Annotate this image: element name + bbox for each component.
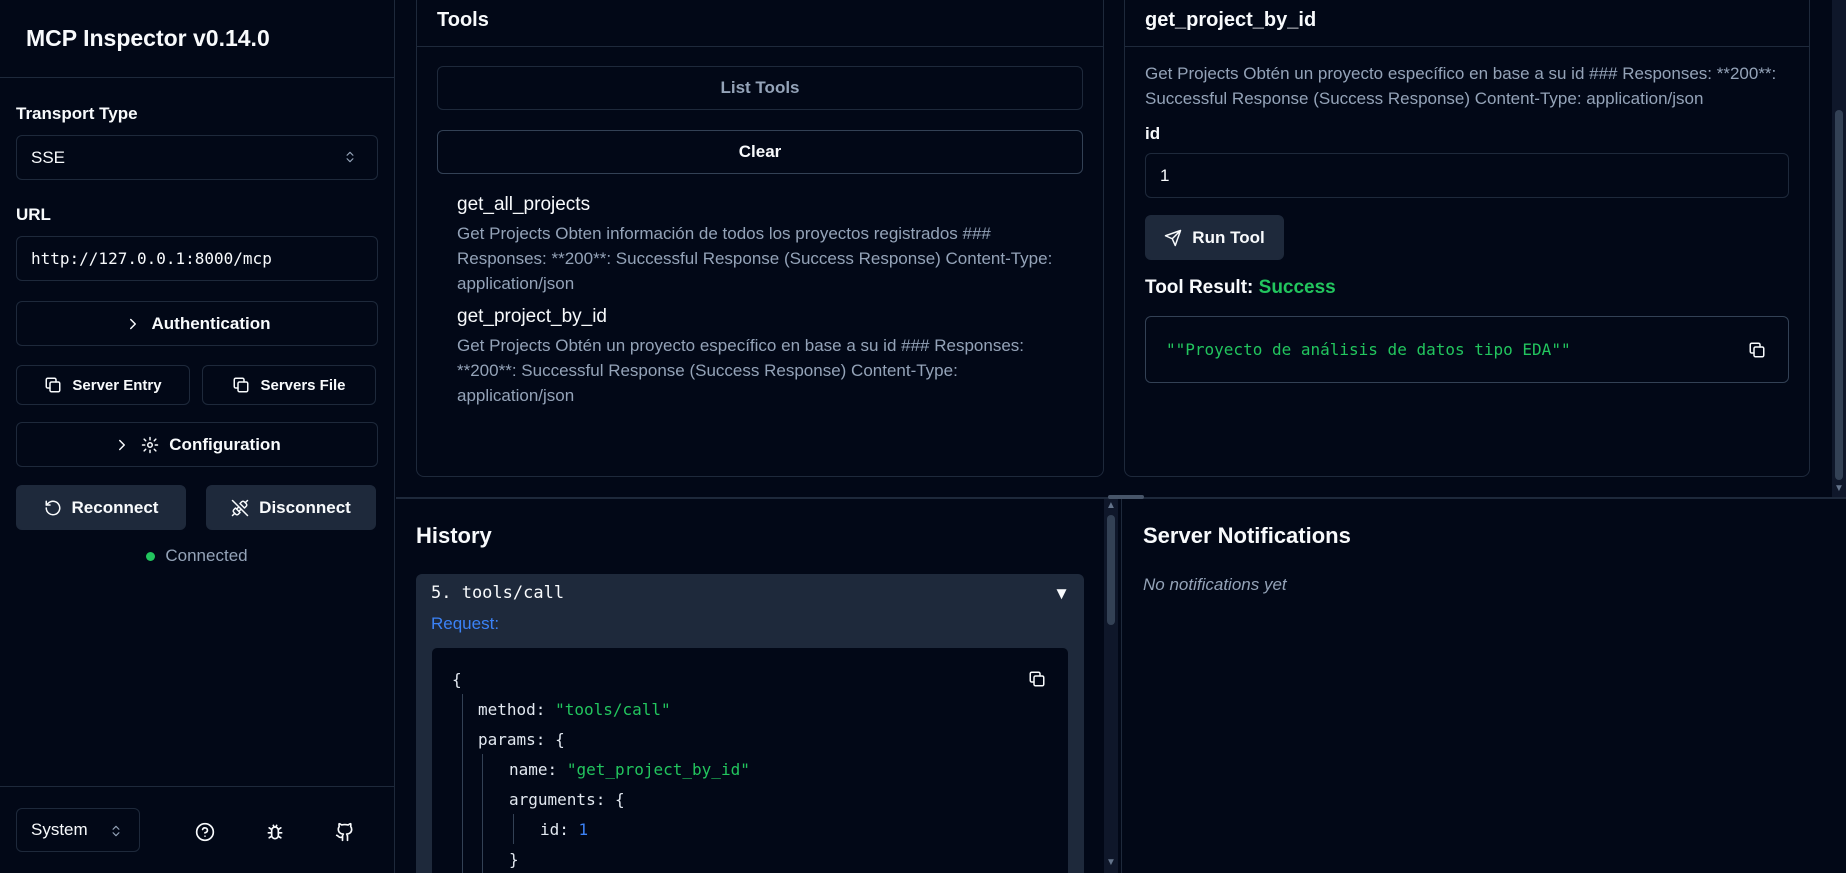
scroll-down-arrow[interactable]: ▼ (1106, 858, 1116, 868)
run-tool-label: Run Tool (1192, 227, 1265, 247)
tools-panel: Tools List Tools Clear get_all_projects … (416, 0, 1104, 477)
notifications-title: Server Notifications (1143, 523, 1351, 548)
chevron-right-icon (124, 315, 142, 333)
sidebar-header: MCP Inspector v0.14.0 (0, 0, 394, 78)
authentication-label: Authentication (151, 313, 271, 333)
json-brace: { (452, 669, 462, 689)
app-root: MCP Inspector v0.14.0 Transport Type SSE… (0, 0, 1846, 873)
history-entry[interactable]: 5. tools/call ▼ Request: { method: "tool… (416, 574, 1084, 873)
history-panel: History 5. tools/call ▼ Request: { metho… (396, 499, 1108, 873)
json-key: name: (509, 759, 558, 779)
clear-button[interactable]: Clear (437, 130, 1083, 174)
server-entry-button[interactable]: Server Entry (16, 365, 190, 405)
transport-type-value: SSE (31, 147, 66, 167)
json-brace: { (614, 789, 625, 809)
param-id-value: 1 (1160, 165, 1170, 185)
param-label: id (1145, 124, 1161, 143)
clear-label: Clear (738, 142, 782, 161)
copy-icon[interactable] (1028, 670, 1046, 688)
chevron-up-down-icon (341, 148, 359, 166)
tools-title: Tools (417, 0, 1103, 47)
url-value: http://127.0.0.1:8000/mcp (31, 249, 272, 268)
json-key: arguments: (509, 789, 606, 809)
json-string: "get_project_by_id" (566, 759, 750, 779)
tool-list-item[interactable]: get_all_projects Get Projects Obten info… (437, 194, 1083, 296)
app-title: MCP Inspector v0.14.0 (26, 25, 270, 51)
servers-file-label: Servers File (260, 376, 346, 394)
github-icon[interactable] (334, 821, 356, 843)
disconnect-button[interactable]: Disconnect (206, 485, 376, 530)
json-brace: { (555, 729, 565, 749)
main-scrollbar[interactable]: ▼ (1832, 0, 1846, 497)
bug-icon[interactable] (264, 821, 286, 843)
tool-detail-title: get_project_by_id (1125, 0, 1809, 47)
status-text: Connected (165, 546, 248, 565)
history-title: History (416, 523, 492, 548)
scroll-up-arrow[interactable]: ▲ (1106, 501, 1116, 511)
tool-description: Get Projects Obten información de todos … (457, 224, 1053, 293)
tool-detail-panel: get_project_by_id Get Projects Obtén un … (1124, 0, 1810, 477)
tool-list-item[interactable]: get_project_by_id Get Projects Obtén un … (437, 306, 1083, 408)
main-scrollbar-thumb[interactable] (1835, 110, 1843, 480)
json-brace: } (509, 849, 519, 869)
history-scrollbar-thumb[interactable] (1107, 515, 1115, 625)
tool-result-status: Success (1258, 277, 1336, 298)
list-tools-button[interactable]: List Tools (437, 66, 1083, 110)
list-tools-label: List Tools (720, 78, 800, 97)
json-string: "tools/call" (555, 699, 671, 719)
chevron-right-icon (113, 436, 131, 454)
authentication-button[interactable]: Authentication (16, 301, 378, 346)
history-entry-title: 5. tools/call (431, 583, 565, 603)
json-key: id: (540, 819, 569, 839)
disconnect-label: Disconnect (259, 497, 351, 517)
tool-result-label: Tool Result: (1145, 277, 1254, 298)
connection-status: Connected (16, 546, 378, 566)
tool-result-box: ""Proyecto de análisis de datos tipo EDA… (1145, 316, 1789, 383)
sidebar: MCP Inspector v0.14.0 Transport Type SSE… (0, 0, 395, 873)
reconnect-label: Reconnect (71, 497, 159, 517)
gear-icon (141, 436, 159, 454)
rotate-ccw-icon (44, 499, 62, 517)
theme-value: System (31, 820, 88, 839)
tool-result-heading: Tool Result: Success (1145, 277, 1789, 299)
configuration-button[interactable]: Configuration (16, 422, 378, 467)
chevron-up-down-icon (107, 822, 125, 840)
json-key: method: (478, 699, 546, 719)
copy-icon (232, 376, 250, 394)
url-input[interactable]: http://127.0.0.1:8000/mcp (16, 236, 378, 281)
status-dot (146, 551, 156, 561)
copy-icon (44, 376, 62, 394)
json-number: 1 (578, 819, 589, 839)
url-label: URL (16, 205, 51, 224)
theme-select[interactable]: System (16, 808, 140, 852)
server-entry-label: Server Entry (72, 376, 162, 394)
transport-type-select[interactable]: SSE (16, 135, 378, 180)
history-scrollbar[interactable]: ▲ ▼ (1104, 499, 1118, 873)
json-key: params: (478, 729, 546, 749)
unplug-icon (231, 499, 249, 517)
tool-description: Get Projects Obtén un proyecto específic… (457, 336, 1025, 405)
request-json-box: { method: "tools/call" params: { name: "… (431, 647, 1069, 873)
request-label: Request: (431, 614, 500, 633)
scroll-down-arrow[interactable]: ▼ (1834, 484, 1844, 494)
notifications-empty-text: No notifications yet (1143, 575, 1287, 594)
configuration-label: Configuration (169, 434, 281, 454)
run-tool-button[interactable]: Run Tool (1145, 215, 1284, 260)
tool-result-text: ""Proyecto de análisis de datos tipo EDA… (1166, 340, 1571, 359)
copy-icon[interactable] (1748, 341, 1766, 359)
help-icon[interactable] (194, 821, 216, 843)
servers-file-button[interactable]: Servers File (202, 365, 376, 405)
tool-name: get_project_by_id (457, 306, 607, 327)
collapse-triangle-icon[interactable]: ▼ (1053, 584, 1070, 604)
tool-name: get_all_projects (457, 194, 591, 215)
reconnect-button[interactable]: Reconnect (16, 485, 186, 530)
notifications-panel: Server Notifications No notifications ye… (1122, 499, 1846, 873)
transport-type-label: Transport Type (16, 104, 138, 123)
sidebar-footer: System (0, 786, 395, 873)
send-icon (1164, 229, 1182, 247)
param-id-input[interactable]: 1 (1145, 153, 1789, 198)
tool-detail-description: Get Projects Obtén un proyecto específic… (1145, 64, 1777, 108)
